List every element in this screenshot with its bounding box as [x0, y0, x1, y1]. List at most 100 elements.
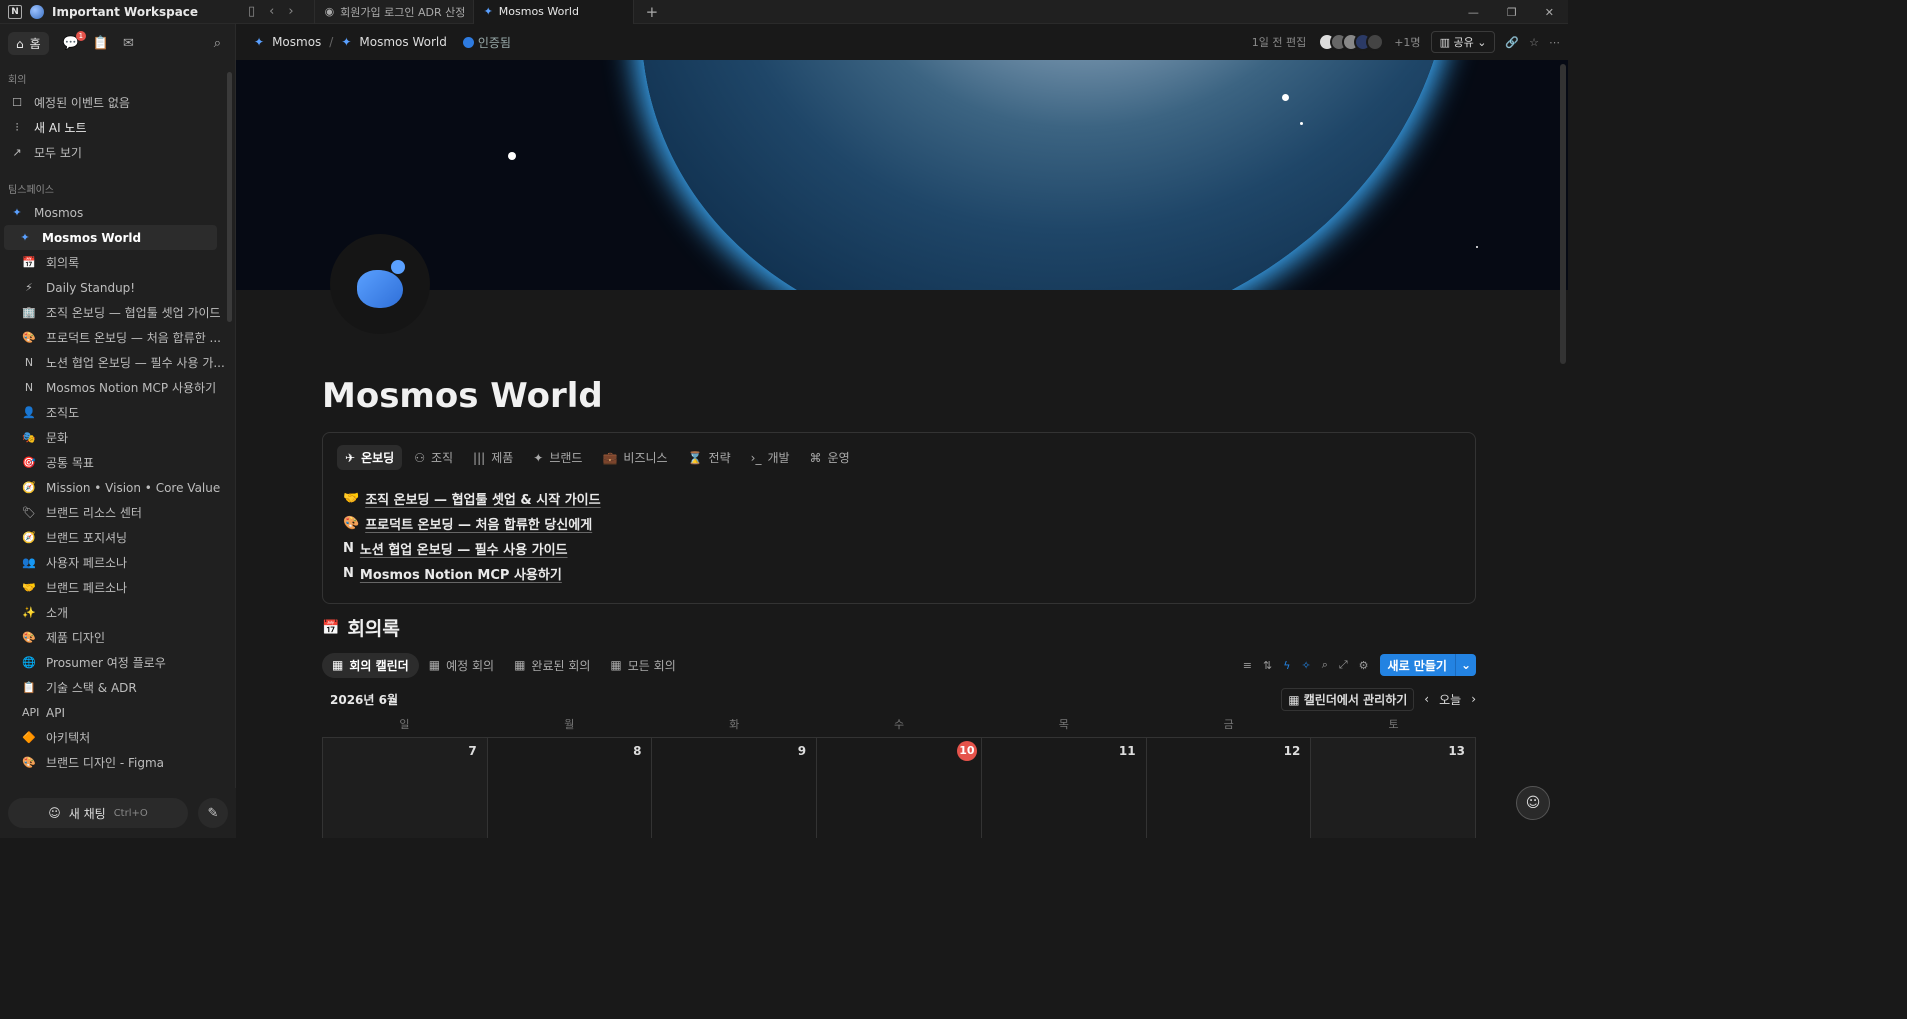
calendar-day-cell[interactable]: 13: [1311, 738, 1477, 838]
page-link[interactable]: N Mosmos Notion MCP 사용하기: [343, 561, 1455, 586]
sidebar-item-page[interactable]: N 노션 협업 온보딩 — 필수 사용 가...: [0, 350, 235, 375]
more-icon[interactable]: ⋯: [1549, 36, 1560, 49]
chevron-down-icon[interactable]: ⌄: [1454, 654, 1476, 676]
browser-tab[interactable]: ◉ 회원가입 로그인 ADR 산정: [313, 0, 474, 24]
sidebar-item-page[interactable]: 🧭 Mission • Vision • Core Value: [0, 475, 235, 500]
search-icon[interactable]: ⌕: [1322, 658, 1328, 672]
verified-badge[interactable]: 인증됨: [462, 34, 511, 51]
prev-icon[interactable]: ‹: [1424, 692, 1429, 706]
calendar-day-cell[interactable]: 8: [488, 738, 653, 838]
content-tab[interactable]: ⌛ 전략: [680, 445, 739, 470]
automation-icon[interactable]: ϟ: [1283, 659, 1290, 672]
sidebar-item-page[interactable]: 🌐 Prosumer 여정 플로우: [0, 650, 235, 675]
sidebar-item-mosmos-world[interactable]: ✦ Mosmos World: [4, 225, 217, 250]
close-icon[interactable]: ✕: [1545, 6, 1554, 19]
database-title[interactable]: 📅 회의록: [322, 614, 400, 641]
page-link[interactable]: 🤝 조직 온보딩 — 협업툴 셋업 & 시작 가이드: [343, 486, 1455, 511]
calendar-day-cell[interactable]: 11: [982, 738, 1147, 838]
sidebar-item-page[interactable]: 📋 기술 스택 & ADR: [0, 675, 235, 700]
sidebar-scrollbar[interactable]: [227, 72, 232, 322]
page-title[interactable]: Mosmos World: [322, 376, 603, 416]
sort-icon[interactable]: ⇅: [1263, 659, 1272, 672]
sidebar-item-page[interactable]: 👤 조직도: [0, 400, 235, 425]
chat-icon[interactable]: 💬 1: [63, 31, 86, 51]
sidebar-item-page[interactable]: 🎨 브랜드 디자인 - Figma: [0, 750, 235, 775]
sidebar-item-page[interactable]: 🎭 문화: [0, 425, 235, 450]
forward-icon[interactable]: ›: [288, 4, 293, 19]
sidebar-item-page[interactable]: ⚡ Daily Standup!: [0, 275, 235, 300]
sidebar-toggle-icon[interactable]: ▯: [248, 4, 255, 19]
minimize-icon[interactable]: —: [1468, 6, 1479, 19]
page-link[interactable]: N 노션 협업 온보딩 — 필수 사용 가이드: [343, 536, 1455, 561]
content-tab[interactable]: ⌘ 운영: [802, 445, 858, 470]
page-link[interactable]: 🎨 프로덕트 온보딩 — 처음 합류한 당신에게: [343, 511, 1455, 536]
next-icon[interactable]: ›: [1471, 692, 1476, 706]
sidebar-item-page[interactable]: 🧭 브랜드 포지셔닝: [0, 525, 235, 550]
home-button[interactable]: ⌂ 홈: [8, 32, 49, 55]
compose-button[interactable]: ✎: [198, 798, 228, 828]
calendar-day-cell[interactable]: 7: [323, 738, 488, 838]
new-chat-button[interactable]: ☺ 새 채팅 Ctrl+O: [8, 798, 188, 828]
today-button[interactable]: 오늘: [1439, 691, 1461, 708]
workspace-switcher[interactable]: N Important Workspace: [0, 4, 236, 19]
main-scrollbar[interactable]: [1560, 64, 1566, 364]
star: [508, 152, 516, 160]
maximize-icon[interactable]: ❐: [1507, 6, 1517, 19]
meeting-notes-icon[interactable]: 📋: [93, 36, 109, 51]
calendar-day-cell[interactable]: 12: [1147, 738, 1312, 838]
content-tab[interactable]: ⚇ 조직: [406, 445, 461, 470]
sidebar-item-page[interactable]: ✨ 소개: [0, 600, 235, 625]
browser-tab-active[interactable]: ✦ Mosmos World: [473, 0, 634, 24]
content-tab[interactable]: ›_ 개발: [743, 445, 798, 470]
sidebar-item-page[interactable]: 🏷 브랜드 리소스 센터: [0, 500, 235, 525]
content-tab[interactable]: ✦ 브랜드: [525, 445, 590, 470]
back-icon[interactable]: ‹: [269, 4, 274, 19]
sidebar-item-view-all[interactable]: ↗ 모두 보기: [0, 140, 235, 165]
content-tab[interactable]: 💼 비즈니스: [594, 445, 675, 470]
view-tab-completed[interactable]: ▦ 완료된 회의: [504, 653, 600, 678]
sidebar-item-page[interactable]: 📅 회의록: [0, 250, 235, 275]
cover-image[interactable]: [236, 60, 1568, 290]
sidebar-item-page[interactable]: 🤝 브랜드 페르소나: [0, 575, 235, 600]
more-users-count[interactable]: +1명: [1394, 34, 1420, 50]
view-tab-upcoming[interactable]: ▦ 예정 회의: [419, 653, 504, 678]
view-tab-calendar[interactable]: ▦ 회의 캘린더: [322, 652, 419, 678]
sidebar-item-page[interactable]: N Mosmos Notion MCP 사용하기: [0, 375, 235, 400]
expand-icon[interactable]: ⤢: [1339, 658, 1348, 672]
sidebar-item-page[interactable]: 🏢 조직 온보딩 — 협업툴 셋업 가이드: [0, 300, 235, 325]
breadcrumb-root[interactable]: Mosmos: [272, 35, 321, 49]
sidebar-item-label: 예정된 이벤트 없음: [34, 96, 130, 110]
sidebar-item-page[interactable]: 🎨 프로덕트 온보딩 — 처음 합류한 ...: [0, 325, 235, 350]
sidebar-item-events[interactable]: ☐ 예정된 이벤트 없음: [0, 90, 235, 115]
search-icon[interactable]: ⌕: [214, 36, 221, 51]
breadcrumb-page[interactable]: Mosmos World: [359, 35, 446, 49]
content-tab[interactable]: ✈ 온보딩: [337, 445, 403, 470]
new-button[interactable]: 새로 만들기 ⌄: [1379, 654, 1476, 676]
sidebar-item-page[interactable]: 🎯 공통 목표: [0, 450, 235, 475]
sidebar-item-mosmos[interactable]: ✦ Mosmos: [0, 200, 235, 225]
help-assistant-button[interactable]: ☺: [1516, 786, 1550, 820]
sidebar-item-page[interactable]: API API: [0, 700, 235, 725]
page-icon[interactable]: [330, 234, 430, 334]
filter-icon[interactable]: ≡: [1243, 659, 1252, 672]
calendar-day-cell[interactable]: 9: [652, 738, 818, 838]
view-tab-all[interactable]: ▦ 모든 회의: [600, 653, 685, 678]
manage-in-calendar-button[interactable]: ▦ 캘린더에서 관리하기: [1281, 687, 1415, 711]
sidebar-item-page[interactable]: 🎨 제품 디자인: [0, 625, 235, 650]
star-icon[interactable]: ☆: [1529, 36, 1539, 49]
sparkle-icon[interactable]: ✧: [1301, 659, 1310, 672]
sidebar-item-ai-note[interactable]: ⫶ 새 AI 노트: [0, 115, 235, 140]
inbox-icon[interactable]: ✉: [123, 36, 134, 51]
page-icon: 🏢: [22, 306, 36, 319]
sidebar-item-label: 브랜드 디자인 - Figma: [46, 756, 165, 770]
settings-icon[interactable]: ⚙: [1359, 659, 1369, 672]
link-icon[interactable]: 🔗: [1505, 36, 1519, 49]
new-tab-icon[interactable]: +: [646, 3, 659, 21]
share-button[interactable]: ▥ 공유 ⌄: [1430, 31, 1496, 53]
sidebar-item-page[interactable]: 👥 사용자 페르소나: [0, 550, 235, 575]
content-tab[interactable]: ||| 제품: [465, 445, 521, 470]
sidebar-item-page[interactable]: 🔶 아키텍처: [0, 725, 235, 750]
calendar-day-cell[interactable]: 10: [817, 738, 982, 838]
avatar-group[interactable]: [1318, 33, 1385, 51]
weekday-label: 토: [1388, 718, 1399, 731]
